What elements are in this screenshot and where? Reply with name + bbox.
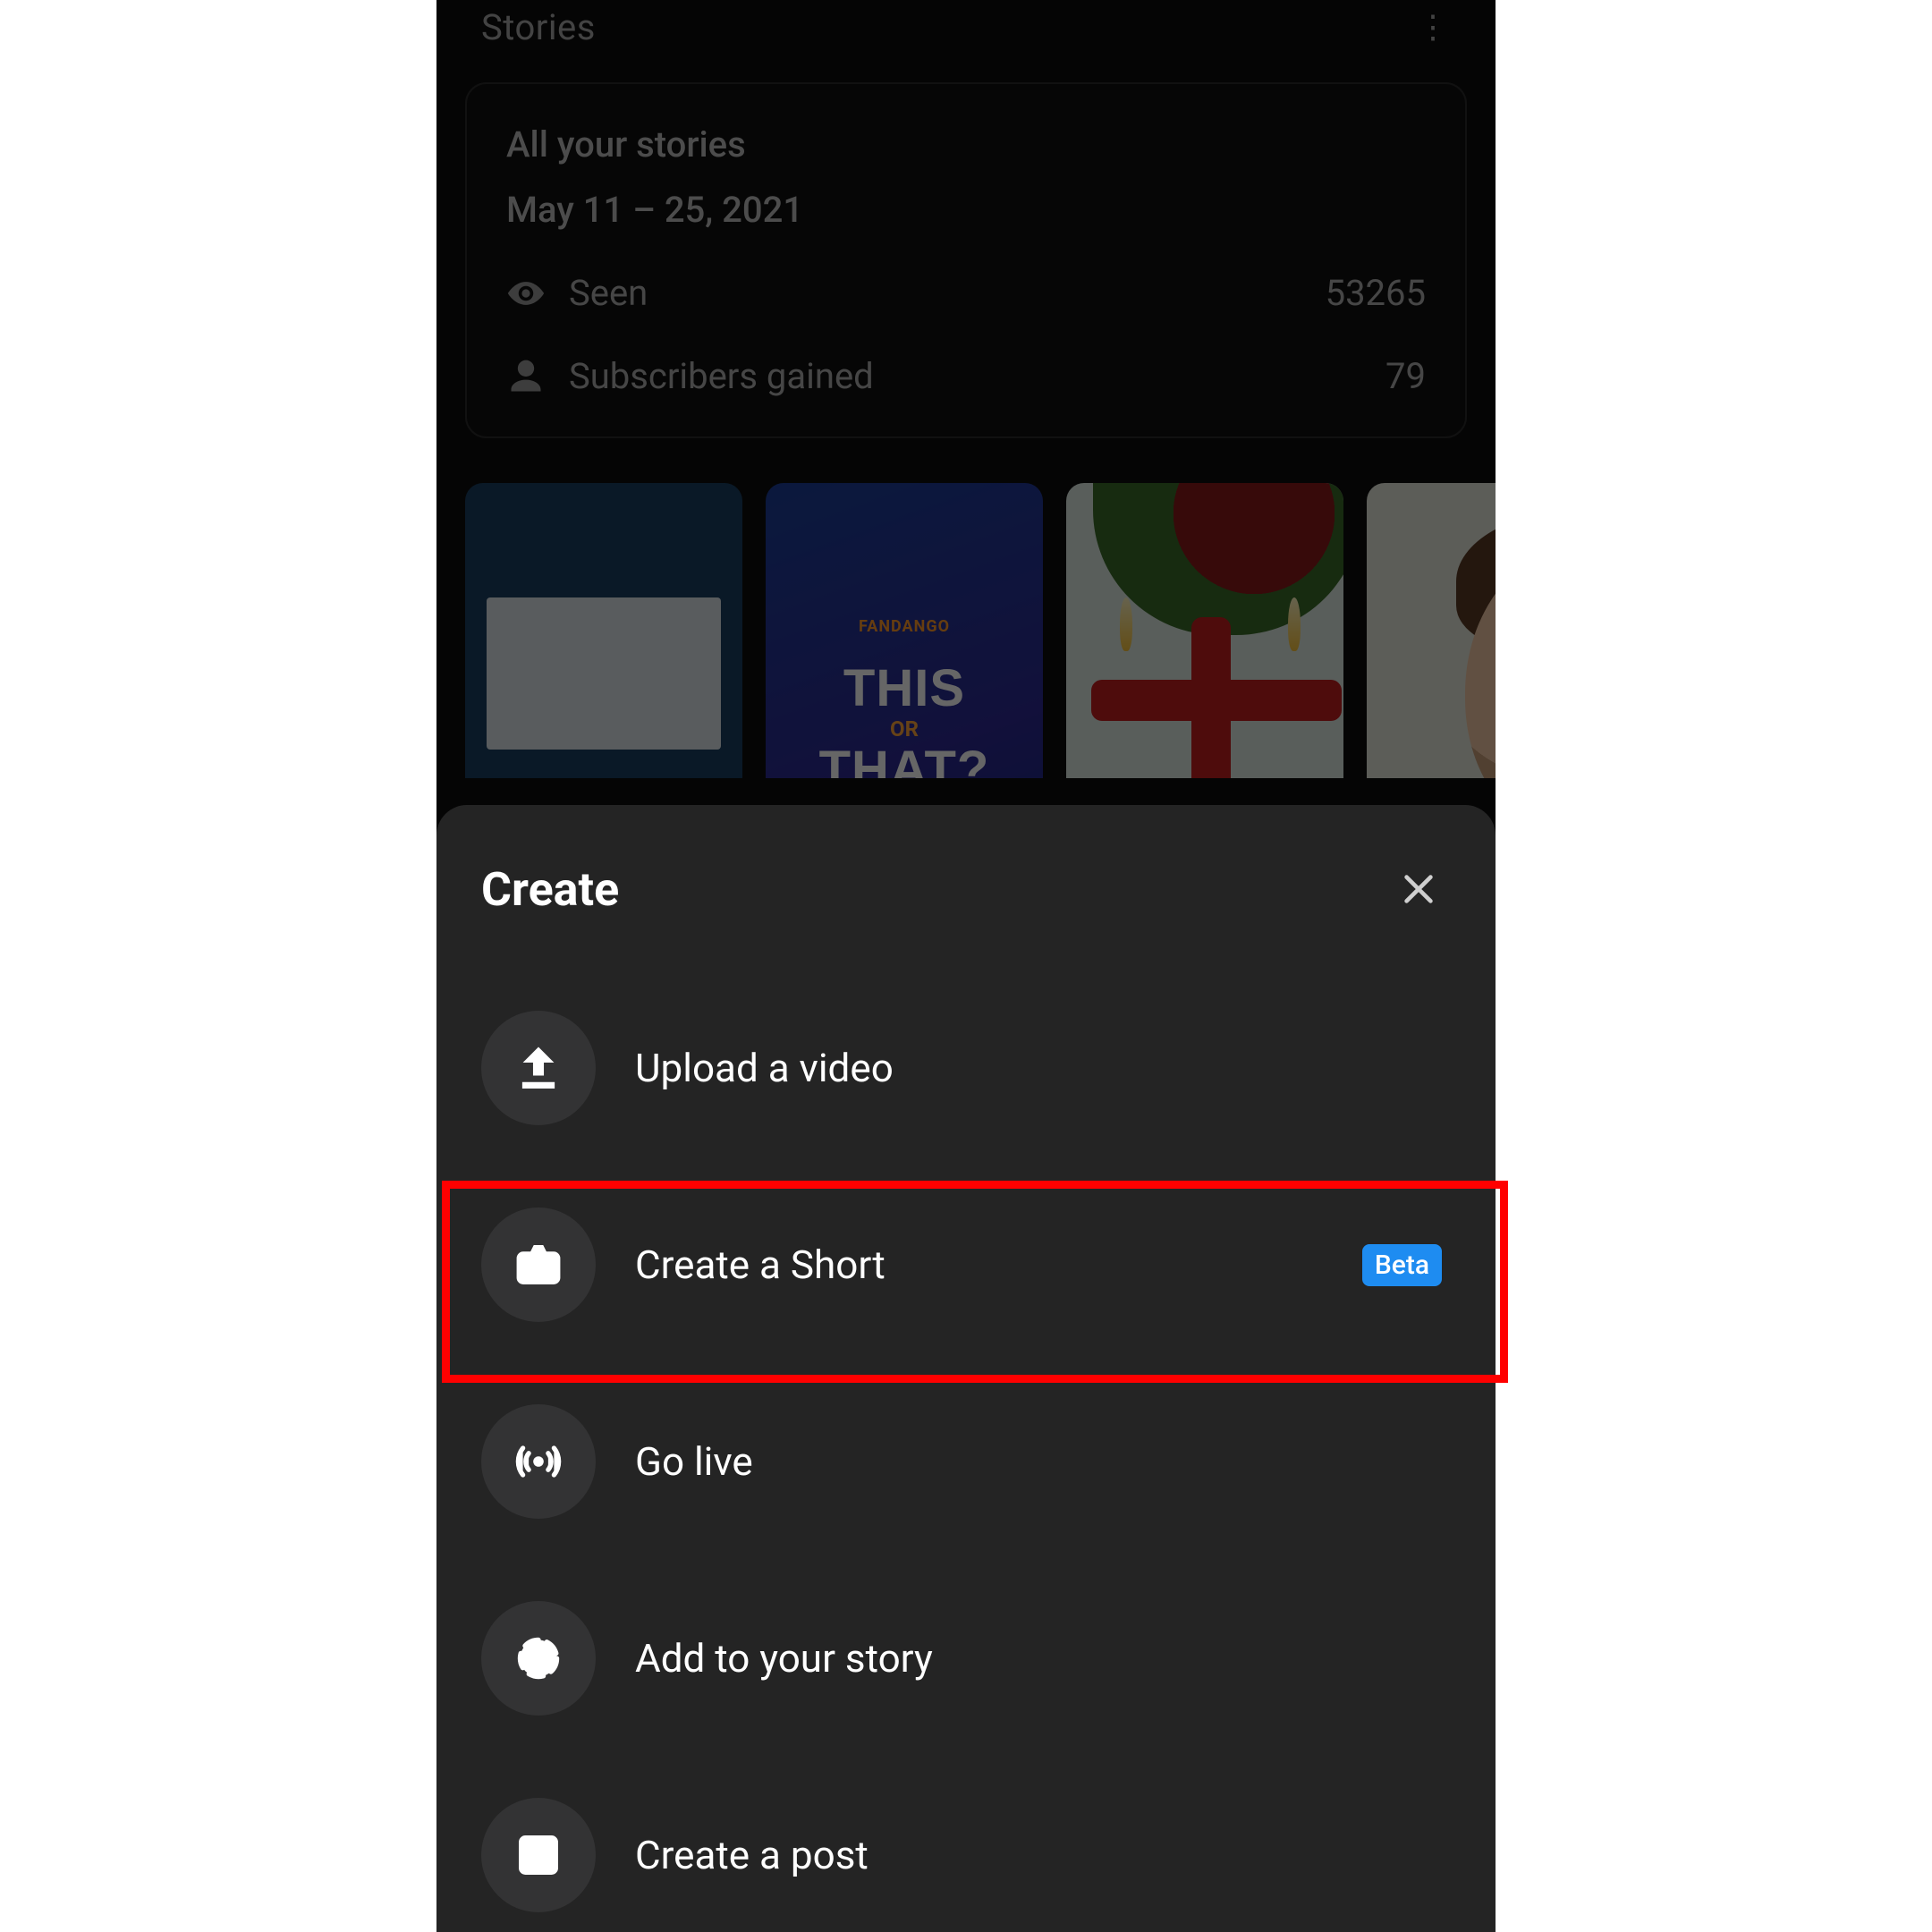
option-create-post[interactable]: Create a post bbox=[436, 1757, 1496, 1932]
option-label: Go live bbox=[635, 1438, 1442, 1485]
compose-icon bbox=[481, 1798, 596, 1912]
upload-icon bbox=[481, 1011, 596, 1125]
phone-frame: Stories ⋮ All your stories May 11 – 25, … bbox=[436, 0, 1496, 1932]
camera-icon bbox=[481, 1208, 596, 1322]
beta-badge: Beta bbox=[1362, 1244, 1442, 1286]
story-add-icon bbox=[481, 1601, 596, 1716]
option-upload-video[interactable]: Upload a video bbox=[436, 970, 1496, 1166]
option-label: Create a post bbox=[635, 1832, 1442, 1878]
close-icon[interactable] bbox=[1394, 864, 1444, 914]
option-label: Create a Short bbox=[635, 1241, 1323, 1288]
create-bottom-sheet: Create Upload a video bbox=[436, 805, 1496, 1932]
option-add-story[interactable]: Add to your story bbox=[436, 1560, 1496, 1757]
option-label: Add to your story bbox=[635, 1635, 1442, 1682]
live-icon bbox=[481, 1404, 596, 1519]
sheet-title: Create bbox=[481, 862, 619, 917]
option-label: Upload a video bbox=[635, 1045, 1442, 1091]
option-go-live[interactable]: Go live bbox=[436, 1363, 1496, 1560]
option-create-short[interactable]: Create a Short Beta bbox=[436, 1166, 1496, 1363]
